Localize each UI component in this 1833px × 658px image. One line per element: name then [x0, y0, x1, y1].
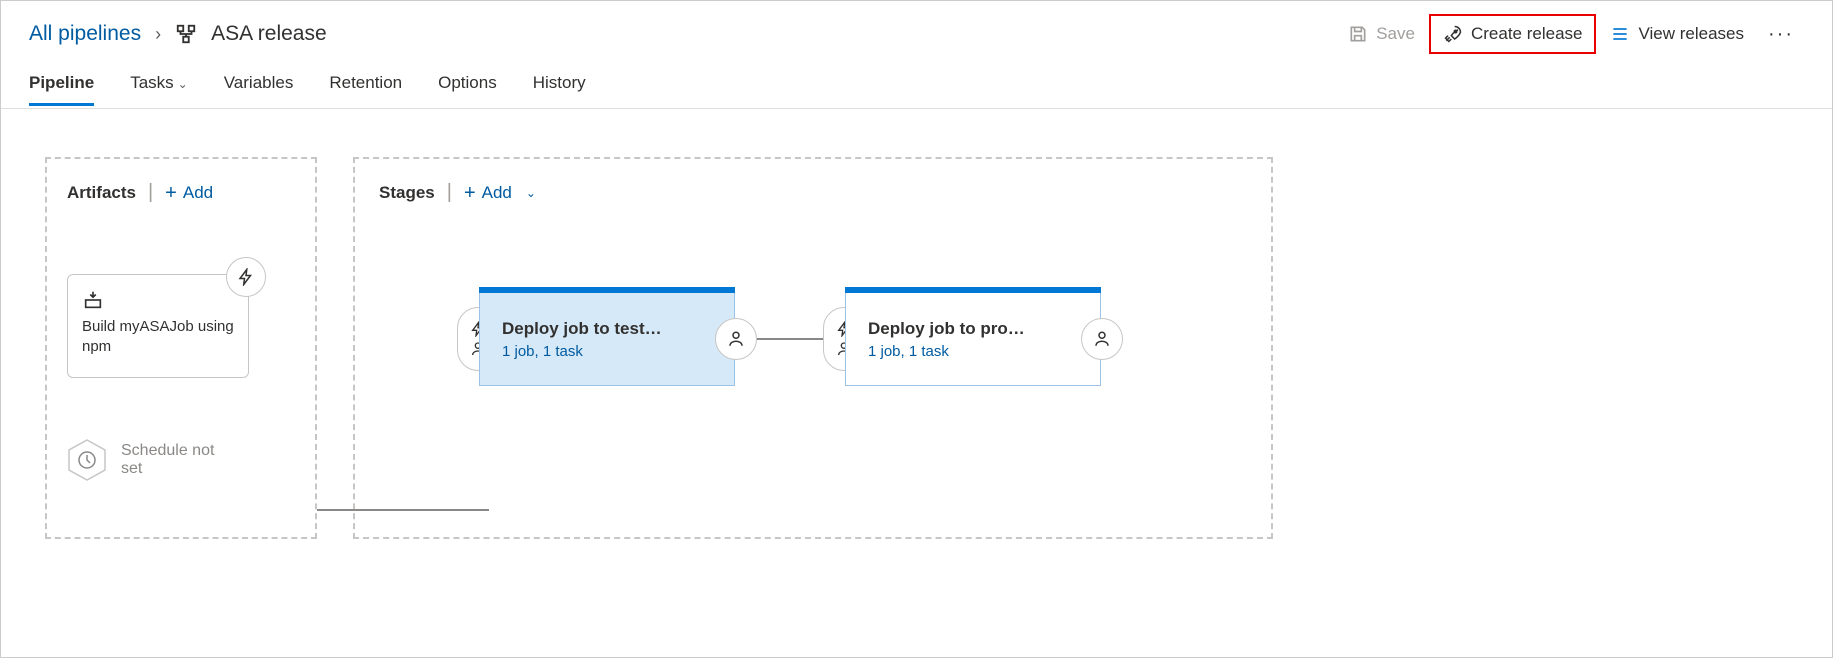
add-stage-label: Add: [482, 183, 512, 203]
page-title: ASA release: [211, 22, 327, 46]
stages-panel: Stages | + Add ⌄ Deploy job to test… 1 j…: [353, 157, 1273, 539]
clock-hex-icon: [67, 438, 107, 482]
pipeline-icon: [175, 23, 197, 45]
divider: |: [447, 181, 452, 204]
stage-jobs-link[interactable]: 1 job, 1 task: [502, 343, 712, 360]
artifact-stage-connector: [317, 509, 489, 511]
stage-title: Deploy job to test…: [502, 319, 712, 339]
save-button: Save: [1336, 14, 1427, 54]
chevron-down-icon: ⌄: [178, 77, 188, 91]
artifacts-heading: Artifacts: [67, 183, 136, 203]
add-artifact-button[interactable]: + Add: [165, 183, 213, 203]
more-menu[interactable]: ···: [1758, 23, 1804, 46]
build-source-icon: [82, 289, 234, 311]
rocket-icon: [1443, 24, 1463, 44]
tab-tasks-label: Tasks: [130, 73, 173, 92]
view-releases-label: View releases: [1638, 24, 1744, 44]
breadcrumb: All pipelines › ASA release: [29, 22, 327, 46]
chevron-right-icon: ›: [155, 24, 161, 45]
stage-postdeploy-conditions[interactable]: [1081, 318, 1123, 360]
artifacts-panel: Artifacts | + Add Build myASAJob using n…: [45, 157, 317, 539]
add-stage-button[interactable]: + Add ⌄: [464, 183, 536, 203]
plus-icon: +: [464, 183, 476, 203]
add-artifact-label: Add: [183, 183, 213, 203]
list-icon: [1610, 24, 1630, 44]
tab-bar: Pipeline Tasks ⌄ Variables Retention Opti…: [1, 57, 1832, 109]
schedule-status[interactable]: Schedule not set: [67, 438, 295, 482]
tab-tasks[interactable]: Tasks ⌄: [130, 61, 188, 105]
tab-retention[interactable]: Retention: [329, 61, 402, 105]
artifact-card[interactable]: Build myASAJob using npm: [67, 274, 249, 378]
breadcrumb-root[interactable]: All pipelines: [29, 22, 141, 46]
create-release-button[interactable]: Create release: [1429, 14, 1597, 54]
schedule-label: Schedule not set: [121, 442, 231, 478]
tab-pipeline[interactable]: Pipeline: [29, 61, 94, 105]
artifact-title: Build myASAJob using npm: [82, 317, 234, 358]
tab-variables[interactable]: Variables: [224, 61, 294, 105]
divider: |: [148, 181, 153, 204]
stage-card-test[interactable]: Deploy job to test… 1 job, 1 task: [479, 292, 735, 386]
stage-title: Deploy job to pro…: [868, 319, 1078, 339]
tab-history[interactable]: History: [533, 61, 586, 105]
tab-options[interactable]: Options: [438, 61, 497, 105]
view-releases-button[interactable]: View releases: [1598, 14, 1756, 54]
create-release-label: Create release: [1471, 24, 1583, 44]
stage-jobs-link[interactable]: 1 job, 1 task: [868, 343, 1078, 360]
stage-card-prod[interactable]: Deploy job to pro… 1 job, 1 task: [845, 292, 1101, 386]
save-label: Save: [1376, 24, 1415, 44]
artifact-trigger-button[interactable]: [226, 257, 266, 297]
plus-icon: +: [165, 183, 177, 203]
stage-postdeploy-conditions[interactable]: [715, 318, 757, 360]
chevron-down-icon: ⌄: [526, 186, 536, 200]
stages-heading: Stages: [379, 183, 435, 203]
save-icon: [1348, 24, 1368, 44]
